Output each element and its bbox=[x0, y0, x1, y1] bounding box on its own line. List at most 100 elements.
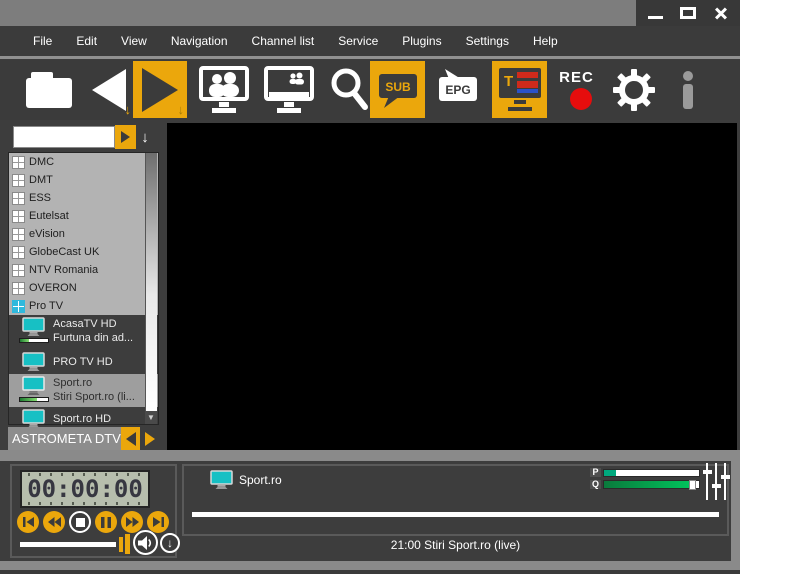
fast-forward-button[interactable] bbox=[121, 511, 143, 533]
window-border-right bbox=[731, 455, 740, 570]
pip-view-button[interactable] bbox=[259, 61, 319, 118]
info-button[interactable] bbox=[663, 61, 713, 118]
volume-handle[interactable] bbox=[119, 537, 123, 552]
back-triangle-icon bbox=[92, 69, 126, 111]
dropdown-arrow-icon: ↓ bbox=[178, 102, 185, 117]
satellite-row[interactable]: NTV Romania bbox=[9, 261, 158, 279]
maximize-icon bbox=[680, 7, 696, 19]
grid-icon bbox=[12, 210, 25, 223]
desktop: File Edit View Navigation Channel list S… bbox=[0, 0, 800, 574]
go-triangle-icon bbox=[121, 131, 130, 143]
channel-program: Stiri Sport.ro (li... bbox=[53, 390, 135, 404]
signal-power-label: P bbox=[590, 468, 601, 477]
menu-item-navigation[interactable]: Navigation bbox=[159, 34, 240, 48]
grid-icon bbox=[12, 174, 25, 187]
menu-item-service[interactable]: Service bbox=[326, 34, 390, 48]
search-dropdown-button[interactable]: ↓ bbox=[136, 129, 154, 146]
satellite-row[interactable]: OVERON bbox=[9, 279, 158, 297]
epg-button[interactable]: EPG bbox=[432, 61, 484, 118]
monitor-pip-icon bbox=[264, 66, 314, 114]
menu-item-settings[interactable]: Settings bbox=[454, 34, 521, 48]
magnifier-icon bbox=[325, 66, 371, 114]
satellite-row[interactable]: ESS bbox=[9, 189, 158, 207]
teletext-button[interactable]: T bbox=[492, 61, 547, 118]
rewind-button[interactable] bbox=[43, 511, 65, 533]
left-triangle-icon bbox=[126, 432, 136, 446]
equalizer-icon[interactable] bbox=[703, 463, 731, 500]
maximize-button[interactable] bbox=[675, 1, 701, 25]
record-button[interactable]: REC bbox=[549, 61, 604, 118]
download-button[interactable]: ↓ bbox=[160, 533, 180, 553]
previous-channel-button[interactable]: ↓ bbox=[84, 61, 134, 118]
signal-quality-label: Q bbox=[590, 480, 601, 489]
channel-search-input[interactable] bbox=[13, 126, 115, 148]
rewind-icon bbox=[48, 517, 61, 527]
svg-text:SUB: SUB bbox=[385, 80, 411, 94]
close-button[interactable] bbox=[708, 1, 734, 25]
satellite-label: GlobeCast UK bbox=[29, 246, 99, 258]
grid-icon bbox=[12, 192, 25, 205]
provider-next-button[interactable] bbox=[140, 427, 160, 450]
channel-name: Sport.ro HD bbox=[53, 412, 111, 426]
tv-icon bbox=[22, 409, 46, 429]
channel-name: PRO TV HD bbox=[53, 355, 113, 369]
satellite-label: ESS bbox=[29, 192, 51, 204]
play-button[interactable]: ↓ bbox=[133, 61, 187, 118]
grid-icon bbox=[12, 246, 25, 259]
grid-icon bbox=[12, 264, 25, 277]
pause-button[interactable] bbox=[95, 511, 117, 533]
satellite-row[interactable]: GlobeCast UK bbox=[9, 243, 158, 261]
channel-row[interactable]: Sport.ro HD bbox=[9, 407, 158, 428]
channel-name: AcasaTV HD bbox=[53, 317, 133, 331]
skip-end-button[interactable] bbox=[147, 511, 169, 533]
channel-row[interactable]: AcasaTV HD Furtuna din ad... bbox=[9, 315, 158, 348]
satellite-row-active[interactable]: Pro TV bbox=[9, 297, 158, 315]
search-go-button[interactable] bbox=[115, 125, 136, 149]
subtitles-button[interactable]: SUB bbox=[370, 61, 425, 118]
subtitles-bubble-icon: SUB bbox=[376, 67, 420, 113]
fast-forward-icon bbox=[126, 517, 139, 527]
stop-button[interactable] bbox=[69, 511, 91, 533]
satellite-label: DMT bbox=[29, 174, 53, 186]
settings-button[interactable] bbox=[606, 61, 661, 118]
channel-row-selected[interactable]: Sport.ro Stiri Sport.ro (li... bbox=[9, 374, 158, 407]
menu-item-edit[interactable]: Edit bbox=[64, 34, 109, 48]
channel-name: Sport.ro bbox=[53, 376, 135, 390]
menu-item-view[interactable]: View bbox=[109, 34, 159, 48]
skip-start-button[interactable] bbox=[17, 511, 39, 533]
volume-handle[interactable] bbox=[125, 534, 130, 554]
channel-row[interactable]: PRO TV HD bbox=[9, 348, 158, 374]
menu-item-file[interactable]: File bbox=[21, 34, 64, 48]
minimize-button[interactable] bbox=[643, 1, 669, 25]
player-controls-box: 00:00:00 bbox=[10, 464, 177, 558]
volume-slider[interactable] bbox=[20, 542, 116, 547]
list-scrollbar[interactable] bbox=[145, 153, 157, 411]
epg-bubble-icon: EPG bbox=[435, 67, 481, 113]
provider-prev-button[interactable] bbox=[121, 427, 141, 450]
satellite-row[interactable]: eVision bbox=[9, 225, 158, 243]
scroll-down-button[interactable]: ▼ bbox=[145, 411, 157, 424]
window-border-strip bbox=[0, 570, 740, 574]
close-icon bbox=[714, 6, 728, 20]
satellite-row[interactable]: DMT bbox=[9, 171, 158, 189]
menu-item-plugins[interactable]: Plugins bbox=[390, 34, 453, 48]
satellite-label: Eutelsat bbox=[29, 210, 69, 222]
grid-icon bbox=[12, 228, 25, 241]
dropdown-arrow-icon: ↓ bbox=[125, 102, 132, 117]
titlebar[interactable] bbox=[0, 0, 740, 26]
monitor-people-icon bbox=[199, 66, 249, 114]
right-triangle-icon bbox=[145, 432, 155, 446]
menu-item-channel-list[interactable]: Channel list bbox=[240, 34, 327, 48]
app-window: File Edit View Navigation Channel list S… bbox=[0, 0, 740, 574]
mute-button[interactable] bbox=[133, 530, 158, 555]
svg-text:EPG: EPG bbox=[445, 83, 470, 97]
satellite-label: Pro TV bbox=[29, 300, 63, 312]
multiview-button[interactable] bbox=[194, 61, 254, 118]
grid-icon-active bbox=[12, 300, 25, 313]
satellite-row[interactable]: Eutelsat bbox=[9, 207, 158, 225]
satellite-row[interactable]: DMC bbox=[9, 153, 158, 171]
search-button[interactable] bbox=[320, 61, 375, 118]
open-file-button[interactable] bbox=[20, 61, 78, 118]
menu-item-help[interactable]: Help bbox=[521, 34, 570, 48]
seek-bar[interactable] bbox=[192, 512, 719, 517]
